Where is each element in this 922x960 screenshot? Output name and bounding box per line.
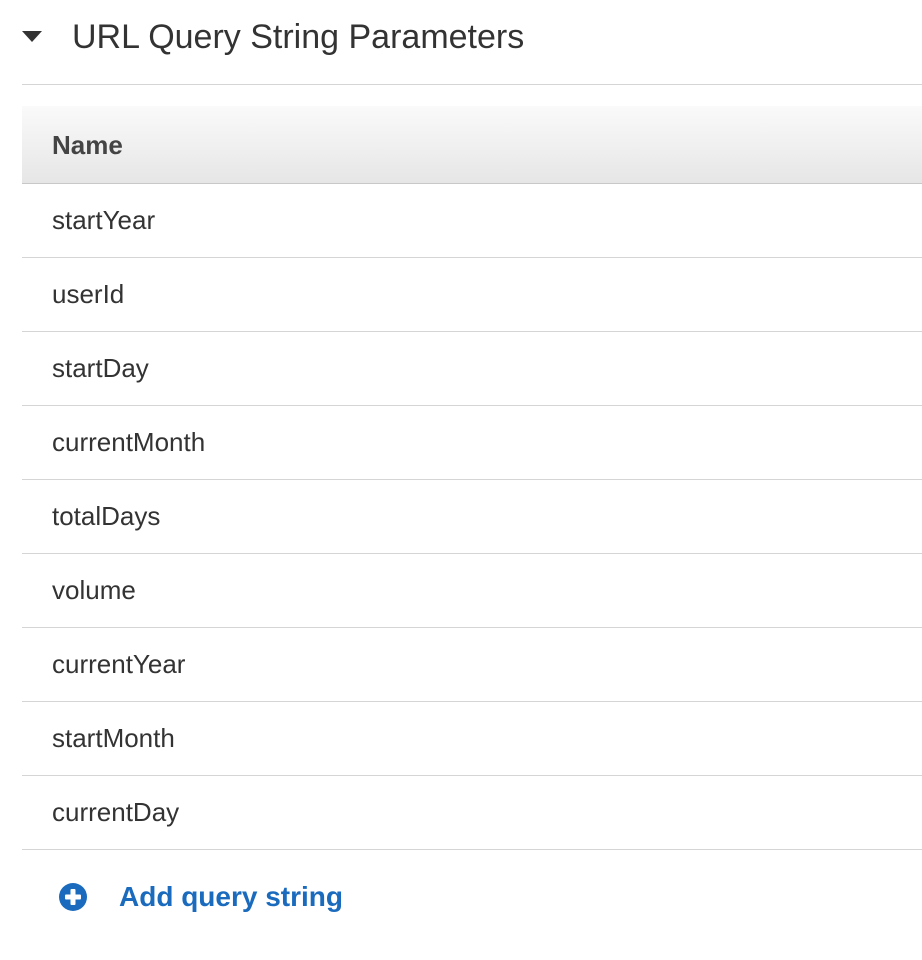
table-row[interactable]: totalDays [22, 480, 922, 554]
table-row[interactable]: startMonth [22, 702, 922, 776]
param-name-cell: startDay [52, 353, 149, 383]
param-name-cell: startYear [52, 205, 156, 235]
table-header: Name [22, 106, 922, 184]
param-name-cell: volume [52, 575, 136, 605]
table-row[interactable]: currentMonth [22, 406, 922, 480]
table-row[interactable]: currentYear [22, 628, 922, 702]
add-query-string-button[interactable]: Add query string [58, 880, 343, 914]
table-row[interactable]: volume [22, 554, 922, 628]
param-name-cell: startMonth [52, 723, 175, 753]
table-row[interactable]: startDay [22, 332, 922, 406]
caret-down-icon[interactable] [22, 31, 42, 42]
param-name-cell: currentMonth [52, 427, 206, 457]
param-name-cell: currentDay [52, 797, 180, 827]
param-name-cell: userId [52, 279, 125, 309]
section-title: URL Query String Parameters [72, 18, 525, 56]
header-divider [22, 84, 922, 85]
table-row[interactable]: startYear [22, 184, 922, 258]
section-header-query-strings[interactable]: URL Query String Parameters [0, 0, 922, 84]
column-header-name: Name [52, 130, 123, 160]
add-query-string-label[interactable]: Add query string [119, 880, 343, 914]
query-string-table: Name startYear userId startDay currentMo… [22, 106, 922, 850]
table-row[interactable]: userId [22, 258, 922, 332]
table-body: startYear userId startDay currentMonth t… [22, 184, 922, 850]
plus-circle-icon[interactable] [58, 882, 88, 912]
param-name-cell: currentYear [52, 649, 186, 679]
param-name-cell: totalDays [52, 501, 161, 531]
table-row[interactable]: currentDay [22, 776, 922, 850]
